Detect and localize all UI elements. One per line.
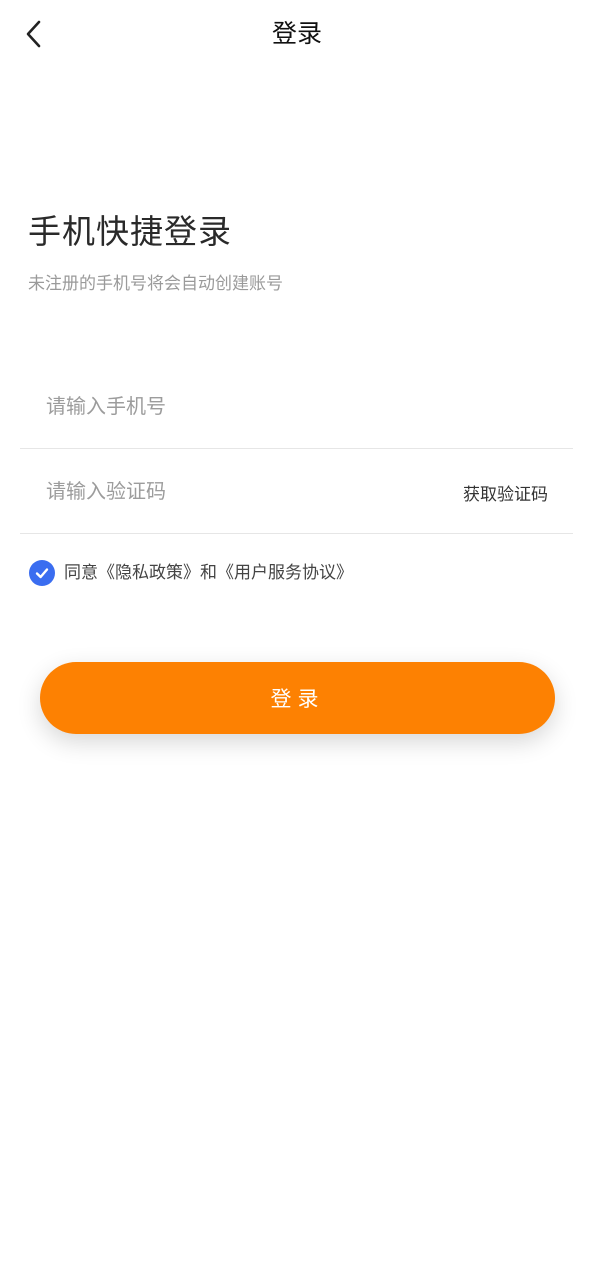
agreement-text: 同意《隐私政策》和《用户服务协议》 [64, 561, 353, 585]
privacy-policy-link[interactable]: 《隐私政策》 [98, 563, 200, 583]
agreement-connector: 和 [200, 563, 217, 583]
navigation-bar: 登录 [0, 0, 594, 68]
page-title: 登录 [271, 19, 322, 48]
checkmark-icon [35, 568, 49, 579]
login-headline: 手机快捷登录 [28, 212, 232, 251]
agreement-row: 同意《隐私政策》和《用户服务协议》 [29, 559, 353, 587]
agreement-checkbox[interactable] [29, 560, 55, 586]
phone-input[interactable] [46, 388, 426, 424]
get-code-button[interactable]: 获取验证码 [463, 483, 548, 507]
verification-code-input[interactable] [46, 473, 426, 509]
agreement-prefix: 同意 [64, 563, 98, 583]
login-button[interactable]: 登录 [40, 662, 555, 734]
phone-field-row [20, 364, 573, 449]
code-field-row: 获取验证码 [20, 449, 573, 534]
login-subheading: 未注册的手机号将会自动创建账号 [28, 274, 283, 294]
user-service-agreement-link[interactable]: 《用户服务协议》 [217, 563, 353, 583]
